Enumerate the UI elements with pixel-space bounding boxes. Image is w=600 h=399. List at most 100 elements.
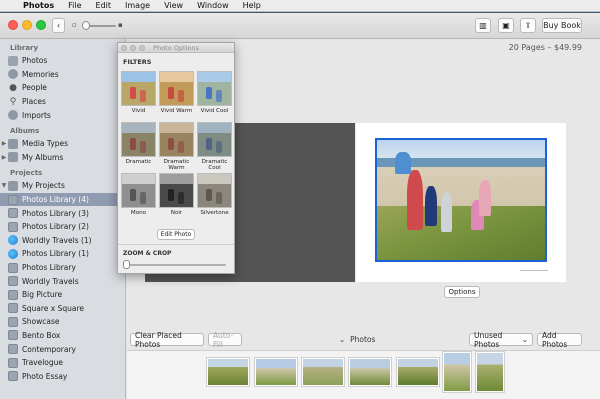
photo-thumbnail[interactable] bbox=[302, 358, 344, 386]
layout-icon: ▣ bbox=[502, 21, 510, 30]
project-list: Photos Library (4) Photos Library (3) Phot… bbox=[0, 192, 125, 383]
layout-button[interactable]: ▣ bbox=[498, 18, 514, 33]
sidebar-item-project[interactable]: Photos Library (4) bbox=[0, 192, 125, 207]
filter-option[interactable]: Dramatic Cool bbox=[197, 122, 232, 171]
sidebar-item-project[interactable]: Photos Library bbox=[0, 261, 125, 275]
filter-option[interactable]: Vivid bbox=[121, 71, 156, 120]
menu-photos[interactable]: Photos bbox=[16, 1, 61, 10]
unused-photos-select[interactable]: Unused Photos ⌄ bbox=[469, 331, 533, 349]
zoom-slider-knob[interactable] bbox=[82, 21, 90, 30]
options-button[interactable]: Options bbox=[444, 286, 480, 298]
filter-preview bbox=[197, 122, 232, 157]
filter-label: Dramatic Cool bbox=[201, 159, 228, 171]
filter-option[interactable]: Silvertone bbox=[197, 173, 232, 222]
sidebar-item-people[interactable]: ● People bbox=[0, 81, 125, 95]
share-button[interactable]: ⇪ bbox=[520, 18, 536, 33]
photo-thumbnail[interactable] bbox=[207, 358, 249, 386]
filter-label: Noir bbox=[170, 210, 183, 216]
family-member bbox=[441, 192, 452, 232]
chevron-left-icon: ‹ bbox=[56, 21, 61, 30]
sidebar-item-my-projects[interactable]: ▼ My Projects bbox=[0, 179, 125, 193]
photo-thumbnail[interactable] bbox=[443, 352, 471, 392]
sidebar-item-label: Square x Square bbox=[22, 303, 85, 313]
sidebar-item-my-albums[interactable]: ▶ My Albums bbox=[0, 151, 125, 165]
book-icon bbox=[8, 357, 18, 368]
filter-option[interactable]: Mono bbox=[121, 173, 156, 222]
panel-minimize-button[interactable] bbox=[130, 45, 136, 51]
filter-option[interactable]: Vivid Cool bbox=[197, 71, 232, 120]
sidebar-item-label: Big Picture bbox=[22, 290, 63, 300]
filters-heading: FILTERS bbox=[123, 58, 152, 66]
sidebar-item-project[interactable]: Photos Library (2) bbox=[0, 220, 125, 234]
buy-book-button[interactable]: Buy Book bbox=[542, 18, 582, 33]
places-icon: ⚲ bbox=[9, 96, 17, 107]
globe-icon bbox=[8, 248, 18, 259]
sidebar-item-project[interactable]: Photo Essay bbox=[0, 369, 125, 383]
disclosure-triangle-icon[interactable]: ▶ bbox=[0, 154, 8, 161]
photo-thumbnail[interactable] bbox=[397, 358, 439, 386]
sidebar-item-label: Photos Library (2) bbox=[22, 222, 89, 232]
panel-close-button[interactable] bbox=[121, 45, 127, 51]
sidebar-item-project[interactable]: Worldly Travels bbox=[0, 274, 125, 288]
sidebar-item-media-types[interactable]: ▶ Media Types bbox=[0, 137, 125, 151]
minimize-window-button[interactable] bbox=[22, 20, 32, 30]
panel-title-bar: Photo Options bbox=[118, 43, 234, 53]
imports-icon bbox=[8, 110, 18, 121]
menu-view[interactable]: View bbox=[157, 1, 190, 10]
sidebar-item-label: Photos Library (1) bbox=[22, 249, 89, 259]
menu-edit[interactable]: Edit bbox=[89, 1, 119, 10]
family-member bbox=[407, 170, 423, 230]
filter-preview bbox=[121, 71, 156, 106]
photo-thumbnail[interactable] bbox=[476, 352, 504, 392]
close-window-button[interactable] bbox=[8, 20, 18, 30]
placed-photo[interactable] bbox=[375, 138, 547, 262]
sidebar-section-projects: Projects bbox=[10, 169, 43, 178]
caption-placeholder[interactable] bbox=[520, 270, 548, 271]
menu-image[interactable]: Image bbox=[118, 1, 157, 10]
auto-fill-button[interactable]: Auto-Fill bbox=[208, 331, 242, 349]
sidebar-item-project[interactable]: Photos Library (3) bbox=[0, 206, 125, 220]
photo-thumbnail[interactable] bbox=[349, 358, 391, 386]
sidebar-item-project[interactable]: Big Picture bbox=[0, 288, 125, 302]
back-button[interactable]: ‹ bbox=[52, 18, 65, 33]
sidebar-item-project[interactable]: Showcase bbox=[0, 315, 125, 329]
menu-file[interactable]: File bbox=[61, 1, 88, 10]
folder-icon bbox=[8, 138, 18, 149]
menu-bar: Photos File Edit Image View Window Help bbox=[0, 0, 600, 12]
photo-thumbnail[interactable] bbox=[255, 358, 297, 386]
sidebar-item-project[interactable]: Square x Square bbox=[0, 302, 125, 316]
sidebar-item-imports[interactable]: Imports bbox=[0, 108, 125, 122]
zoom-crop-slider[interactable] bbox=[126, 264, 226, 266]
zoom-window-button[interactable] bbox=[36, 20, 46, 30]
sidebar-item-project[interactable]: Contemporary bbox=[0, 342, 125, 356]
sidebar-item-label: Photos Library (3) bbox=[22, 208, 89, 218]
edit-photo-button[interactable]: Edit Photo bbox=[157, 229, 195, 240]
panel-zoom-button[interactable] bbox=[139, 45, 145, 51]
sidebar-item-project[interactable]: Travelogue bbox=[0, 356, 125, 370]
disclosure-triangle-icon[interactable]: ▼ bbox=[0, 182, 8, 189]
add-photos-button[interactable]: Add Photos bbox=[537, 331, 582, 349]
book-settings-button[interactable]: ▥ bbox=[475, 18, 491, 33]
globe-icon bbox=[8, 235, 18, 246]
filter-option[interactable]: Vivid Warm bbox=[159, 71, 194, 120]
sidebar-item-project[interactable]: Worldly Travels (1) bbox=[0, 234, 125, 248]
sidebar-item-project[interactable]: Photos Library (1) bbox=[0, 247, 125, 261]
sidebar-item-memories[interactable]: Memories bbox=[0, 68, 125, 82]
clear-placed-photos-button[interactable]: Clear Placed Photos bbox=[130, 331, 204, 349]
sidebar-item-photos[interactable]: Photos bbox=[0, 54, 125, 68]
filter-preview bbox=[159, 122, 194, 157]
menu-window[interactable]: Window bbox=[190, 1, 236, 10]
photos-toggle[interactable]: ⌄ Photos bbox=[339, 335, 375, 344]
sidebar: Library Photos Memories ● People ⚲ Places … bbox=[0, 39, 126, 399]
filter-option[interactable]: Dramatic bbox=[121, 122, 156, 171]
disclosure-triangle-icon[interactable]: ▶ bbox=[0, 140, 8, 147]
sidebar-item-places[interactable]: ⚲ Places bbox=[0, 95, 125, 109]
sidebar-item-label: Photos Library bbox=[22, 263, 76, 273]
menu-help[interactable]: Help bbox=[236, 1, 268, 10]
sidebar-item-project[interactable]: Bento Box bbox=[0, 329, 125, 343]
filter-option[interactable]: Dramatic Warm bbox=[159, 122, 194, 171]
folder-icon bbox=[8, 180, 18, 191]
filter-option[interactable]: Noir bbox=[159, 173, 194, 222]
zoom-crop-slider-knob[interactable] bbox=[123, 260, 130, 269]
sidebar-item-label: Photo Essay bbox=[22, 371, 68, 381]
